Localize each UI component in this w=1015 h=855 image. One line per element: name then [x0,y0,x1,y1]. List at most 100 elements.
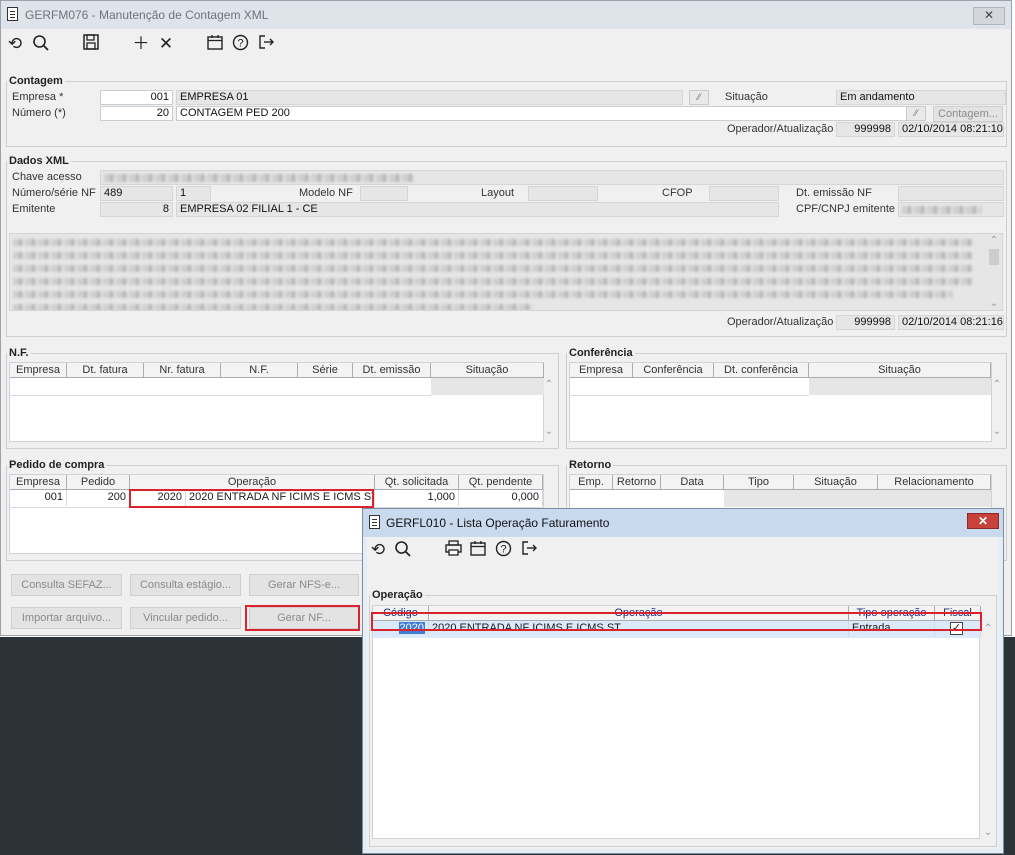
numero-lookup-icon[interactable]: ⁄⁄ [906,106,926,121]
pedido-col-empresa[interactable]: Empresa [10,475,67,490]
consulta-sefaz-button[interactable]: Consulta SEFAZ... [11,574,122,596]
empresa-label: Empresa * [12,91,64,103]
xml-scrollbar[interactable]: ⌃ ⌄ [988,235,1000,309]
operador-label: Operador/Atualização [727,123,834,135]
dt-emissao-field [898,186,1004,201]
scroll-down-icon[interactable]: ⌄ [991,426,1003,437]
cpf-field [898,202,1004,217]
svg-text:?: ? [237,38,243,50]
operador-date-field: 02/10/2014 08:21:10 [898,122,1004,137]
nf-col-dt-fatura[interactable]: Dt. fatura [67,363,144,378]
conferencia-grid[interactable]: Empresa Conferência Dt. conferência Situ… [569,362,992,442]
nf-col-nr-fatura[interactable]: Nr. fatura [144,363,221,378]
highlight-row [371,612,982,631]
conf-col-empresa[interactable]: Empresa [570,363,633,378]
add-icon[interactable]: ＋ [130,34,152,56]
operacao-grid[interactable]: Código Operação Tipo operação Fiscal 202… [372,605,981,839]
retorno-col-emp[interactable]: Emp. [570,475,613,490]
modelo-field [360,186,408,201]
layout-label: Layout [481,187,515,199]
popup-body: ⟲ ? Operação Código Operação Tipo operaç… [367,537,999,849]
retorno-grid[interactable]: Emp. Retorno Data Tipo Situação Relacion… [569,474,992,509]
popup-close-button[interactable]: ✕ [967,513,999,529]
conf-col-situacao[interactable]: Situação [809,363,991,378]
help-icon[interactable]: ? [492,540,514,562]
help-icon[interactable]: ? [229,34,251,56]
nf-legend: N.F. [9,347,29,359]
cell-empresa: 001 [10,490,67,506]
undo-icon[interactable]: ⟲ [367,540,389,562]
nf-col-nf[interactable]: N.F. [221,363,298,378]
consulta-estagio-button[interactable]: Consulta estágio... [130,574,241,596]
nf-empty-row [10,378,431,396]
highlight-operacao [129,489,374,508]
exit-icon[interactable] [255,34,277,56]
nf-col-situacao[interactable]: Situação [431,363,544,378]
xml-operador-field: 999998 [836,315,895,330]
retorno-legend: Retorno [569,459,612,471]
scroll-up-icon[interactable]: ⌃ [991,379,1003,390]
scroll-up-icon[interactable]: ⌃ [543,379,555,390]
contagem-button[interactable]: Contagem... [933,106,1003,122]
cell-qt-pendente: 0,000 [459,490,543,506]
calendar-icon[interactable] [204,34,226,56]
calendar-icon[interactable] [467,540,489,562]
situacao-field: Em andamento [836,90,1006,105]
operacao-legend: Operação [372,589,423,601]
importar-arquivo-button[interactable]: Importar arquivo... [11,607,122,629]
pedido-col-pedido[interactable]: Pedido [67,475,130,490]
title-bar: GERFM076 - Manutenção de Contagem XML ✕ [1,1,1011,29]
situacao-label: Situação [725,91,768,103]
cancel-icon[interactable]: ✕ [155,34,177,56]
search-icon[interactable] [392,540,414,562]
conferencia-legend: Conferência [569,347,633,359]
nf-col-serie[interactable]: Série [298,363,353,378]
chave-label: Chave acesso [12,171,82,183]
xml-operador-label: Operador/Atualização [727,316,834,328]
nf-col-dt-emissao[interactable]: Dt. emissão [353,363,431,378]
emitente-label: Emitente [12,203,56,215]
nf-grid[interactable]: Empresa Dt. fatura Nr. fatura N.F. Série… [9,362,544,442]
empresa-code-input[interactable]: 001 [100,90,173,105]
vincular-pedido-button[interactable]: Vincular pedido... [130,607,241,629]
retorno-col-relacionamento[interactable]: Relacionamento [878,475,991,490]
window-title: GERFM076 - Manutenção de Contagem XML [25,8,269,22]
print-icon[interactable] [442,540,464,562]
pedido-col-operacao[interactable]: Operação [130,475,375,490]
search-icon[interactable] [30,34,52,56]
popup-window: GERFL010 - Lista Operação Faturamento ✕ … [362,508,1004,854]
close-button[interactable]: ✕ [973,7,1005,25]
pedido-col-qt-solicitada[interactable]: Qt. solicitada [375,475,459,490]
xml-operador-date-field: 02/10/2014 08:21:16 [898,315,1004,330]
conf-col-conferencia[interactable]: Conferência [633,363,714,378]
retorno-col-retorno[interactable]: Retorno [613,475,661,490]
emitente-code-field: 8 [100,202,173,217]
cell-pedido: 200 [67,490,130,506]
numero-desc-field[interactable]: CONTAGEM PED 200 [176,106,908,121]
pedido-col-qt-pendente[interactable]: Qt. pendente [459,475,543,490]
scroll-down-icon[interactable]: ⌄ [988,298,1000,309]
gerar-nfse-button[interactable]: Gerar NFS-e... [249,574,359,596]
dados-xml-legend: Dados XML [9,155,69,167]
contagem-legend: Contagem [9,75,63,87]
scroll-up-icon[interactable]: ⌃ [982,623,994,634]
exit-icon[interactable] [518,540,540,562]
scroll-up-icon[interactable]: ⌃ [988,235,1000,247]
retorno-col-tipo[interactable]: Tipo [724,475,794,490]
popup-title: GERFL010 - Lista Operação Faturamento [386,516,610,530]
scroll-down-icon[interactable]: ⌄ [543,426,555,437]
scroll-down-icon[interactable]: ⌄ [982,827,994,838]
retorno-col-data[interactable]: Data [661,475,724,490]
save-icon[interactable] [80,34,102,56]
retorno-col-situacao[interactable]: Situação [794,475,878,490]
serie-field: 1 [176,186,211,201]
document-icon [7,7,18,21]
conf-col-dt-conferencia[interactable]: Dt. conferência [714,363,809,378]
cfop-field [709,186,779,201]
highlight-gerar-nf [245,605,360,631]
nf-col-empresa[interactable]: Empresa [10,363,67,378]
numero-input[interactable]: 20 [100,106,173,121]
empresa-lookup-icon[interactable]: ⁄⁄ [689,90,709,105]
xml-content-area[interactable] [9,233,1003,311]
undo-icon[interactable]: ⟲ [4,34,26,56]
